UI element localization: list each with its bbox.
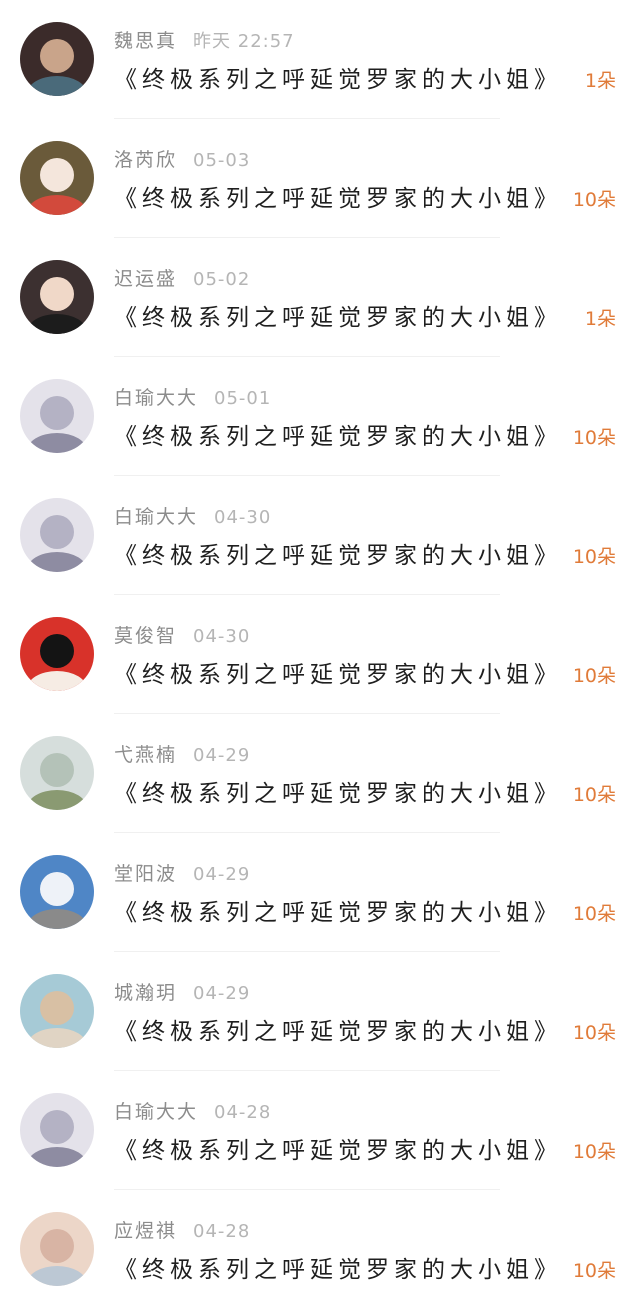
avatar-image bbox=[20, 498, 94, 572]
avatar-image bbox=[20, 855, 94, 929]
user-name[interactable]: 迟运盛 bbox=[114, 268, 177, 290]
timestamp: 04-28 bbox=[214, 1102, 272, 1123]
list-item[interactable]: 迟运盛 05-02 《终极系列之呼延觉罗家的大小姐》 1朵 bbox=[0, 238, 640, 357]
avatar-image bbox=[20, 1093, 94, 1167]
book-title[interactable]: 《终极系列之呼延觉罗家的大小姐》 bbox=[114, 659, 562, 691]
timestamp: 04-30 bbox=[214, 507, 272, 528]
user-name[interactable]: 城瀚玥 bbox=[114, 982, 177, 1004]
book-title[interactable]: 《终极系列之呼延觉罗家的大小姐》 bbox=[114, 1254, 562, 1286]
list-item[interactable]: 白瑜大大 04-30 《终极系列之呼延觉罗家的大小姐》 10朵 bbox=[0, 476, 640, 595]
timestamp: 昨天 22:57 bbox=[193, 31, 295, 52]
flower-count: 10朵 bbox=[572, 1141, 616, 1163]
book-title[interactable]: 《终极系列之呼延觉罗家的大小姐》 bbox=[114, 183, 562, 215]
user-name[interactable]: 莫俊智 bbox=[114, 625, 177, 647]
timestamp: 04-29 bbox=[193, 983, 251, 1004]
user-name[interactable]: 堂阳波 bbox=[114, 863, 177, 885]
item-meta: 堂阳波 04-29 bbox=[114, 861, 250, 887]
item-meta: 洛芮欣 05-03 bbox=[114, 147, 250, 173]
avatar[interactable] bbox=[20, 260, 94, 334]
book-title[interactable]: 《终极系列之呼延觉罗家的大小姐》 bbox=[114, 64, 562, 96]
timestamp: 05-01 bbox=[214, 388, 272, 409]
item-meta: 弋燕楠 04-29 bbox=[114, 742, 250, 768]
avatar[interactable] bbox=[20, 22, 94, 96]
avatar-image bbox=[20, 736, 94, 810]
avatar-image bbox=[20, 379, 94, 453]
flower-count: 1朵 bbox=[584, 70, 616, 92]
flower-count: 10朵 bbox=[572, 1022, 616, 1044]
list-item[interactable]: 堂阳波 04-29 《终极系列之呼延觉罗家的大小姐》 10朵 bbox=[0, 833, 640, 952]
flower-count: 10朵 bbox=[572, 903, 616, 925]
avatar[interactable] bbox=[20, 617, 94, 691]
timestamp: 04-29 bbox=[193, 745, 251, 766]
timestamp: 04-30 bbox=[193, 626, 251, 647]
list-item[interactable]: 白瑜大大 04-28 《终极系列之呼延觉罗家的大小姐》 10朵 bbox=[0, 1071, 640, 1190]
user-name[interactable]: 洛芮欣 bbox=[114, 149, 177, 171]
book-title[interactable]: 《终极系列之呼延觉罗家的大小姐》 bbox=[114, 421, 562, 453]
list-item[interactable]: 洛芮欣 05-03 《终极系列之呼延觉罗家的大小姐》 10朵 bbox=[0, 119, 640, 238]
book-title[interactable]: 《终极系列之呼延觉罗家的大小姐》 bbox=[114, 302, 562, 334]
user-name[interactable]: 白瑜大大 bbox=[114, 387, 198, 409]
avatar-image bbox=[20, 1212, 94, 1286]
item-meta: 魏思真 昨天 22:57 bbox=[114, 28, 295, 54]
avatar-image bbox=[20, 141, 94, 215]
timestamp: 05-03 bbox=[193, 150, 251, 171]
item-meta: 迟运盛 05-02 bbox=[114, 266, 250, 292]
user-name[interactable]: 弋燕楠 bbox=[114, 744, 177, 766]
flower-count: 10朵 bbox=[572, 784, 616, 806]
item-meta: 应煜祺 04-28 bbox=[114, 1218, 250, 1244]
item-meta: 白瑜大大 04-30 bbox=[114, 504, 271, 530]
book-title[interactable]: 《终极系列之呼延觉罗家的大小姐》 bbox=[114, 1016, 562, 1048]
avatar[interactable] bbox=[20, 855, 94, 929]
avatar[interactable] bbox=[20, 379, 94, 453]
timestamp: 04-29 bbox=[193, 864, 251, 885]
list-item[interactable]: 莫俊智 04-30 《终极系列之呼延觉罗家的大小姐》 10朵 bbox=[0, 595, 640, 714]
item-meta: 白瑜大大 04-28 bbox=[114, 1099, 271, 1125]
user-name[interactable]: 应煜祺 bbox=[114, 1220, 177, 1242]
avatar[interactable] bbox=[20, 1093, 94, 1167]
book-title[interactable]: 《终极系列之呼延觉罗家的大小姐》 bbox=[114, 1135, 562, 1167]
flower-count: 10朵 bbox=[572, 1260, 616, 1282]
list-item[interactable]: 白瑜大大 05-01 《终极系列之呼延觉罗家的大小姐》 10朵 bbox=[0, 357, 640, 476]
avatar-image bbox=[20, 974, 94, 1048]
avatar[interactable] bbox=[20, 736, 94, 810]
list-item[interactable]: 城瀚玥 04-29 《终极系列之呼延觉罗家的大小姐》 10朵 bbox=[0, 952, 640, 1071]
flower-count: 10朵 bbox=[572, 665, 616, 687]
avatar[interactable] bbox=[20, 498, 94, 572]
list-item[interactable]: 魏思真 昨天 22:57 《终极系列之呼延觉罗家的大小姐》 1朵 bbox=[0, 0, 640, 119]
avatar-image bbox=[20, 617, 94, 691]
avatar[interactable] bbox=[20, 141, 94, 215]
flower-count: 10朵 bbox=[572, 189, 616, 211]
book-title[interactable]: 《终极系列之呼延觉罗家的大小姐》 bbox=[114, 540, 562, 572]
flower-count: 10朵 bbox=[572, 546, 616, 568]
timestamp: 04-28 bbox=[193, 1221, 251, 1242]
book-title[interactable]: 《终极系列之呼延觉罗家的大小姐》 bbox=[114, 897, 562, 929]
avatar[interactable] bbox=[20, 1212, 94, 1286]
user-name[interactable]: 魏思真 bbox=[114, 30, 177, 52]
user-name[interactable]: 白瑜大大 bbox=[114, 1101, 198, 1123]
avatar-image bbox=[20, 260, 94, 334]
book-title[interactable]: 《终极系列之呼延觉罗家的大小姐》 bbox=[114, 778, 562, 810]
list-item[interactable]: 弋燕楠 04-29 《终极系列之呼延觉罗家的大小姐》 10朵 bbox=[0, 714, 640, 833]
gift-list: 魏思真 昨天 22:57 《终极系列之呼延觉罗家的大小姐》 1朵 洛芮欣 05-03… bbox=[0, 0, 640, 1309]
user-name[interactable]: 白瑜大大 bbox=[114, 506, 198, 528]
avatar-image bbox=[20, 22, 94, 96]
list-item[interactable]: 应煜祺 04-28 《终极系列之呼延觉罗家的大小姐》 10朵 bbox=[0, 1190, 640, 1309]
item-meta: 城瀚玥 04-29 bbox=[114, 980, 250, 1006]
avatar[interactable] bbox=[20, 974, 94, 1048]
flower-count: 10朵 bbox=[572, 427, 616, 449]
item-meta: 白瑜大大 05-01 bbox=[114, 385, 271, 411]
flower-count: 1朵 bbox=[584, 308, 616, 330]
timestamp: 05-02 bbox=[193, 269, 251, 290]
item-meta: 莫俊智 04-30 bbox=[114, 623, 250, 649]
